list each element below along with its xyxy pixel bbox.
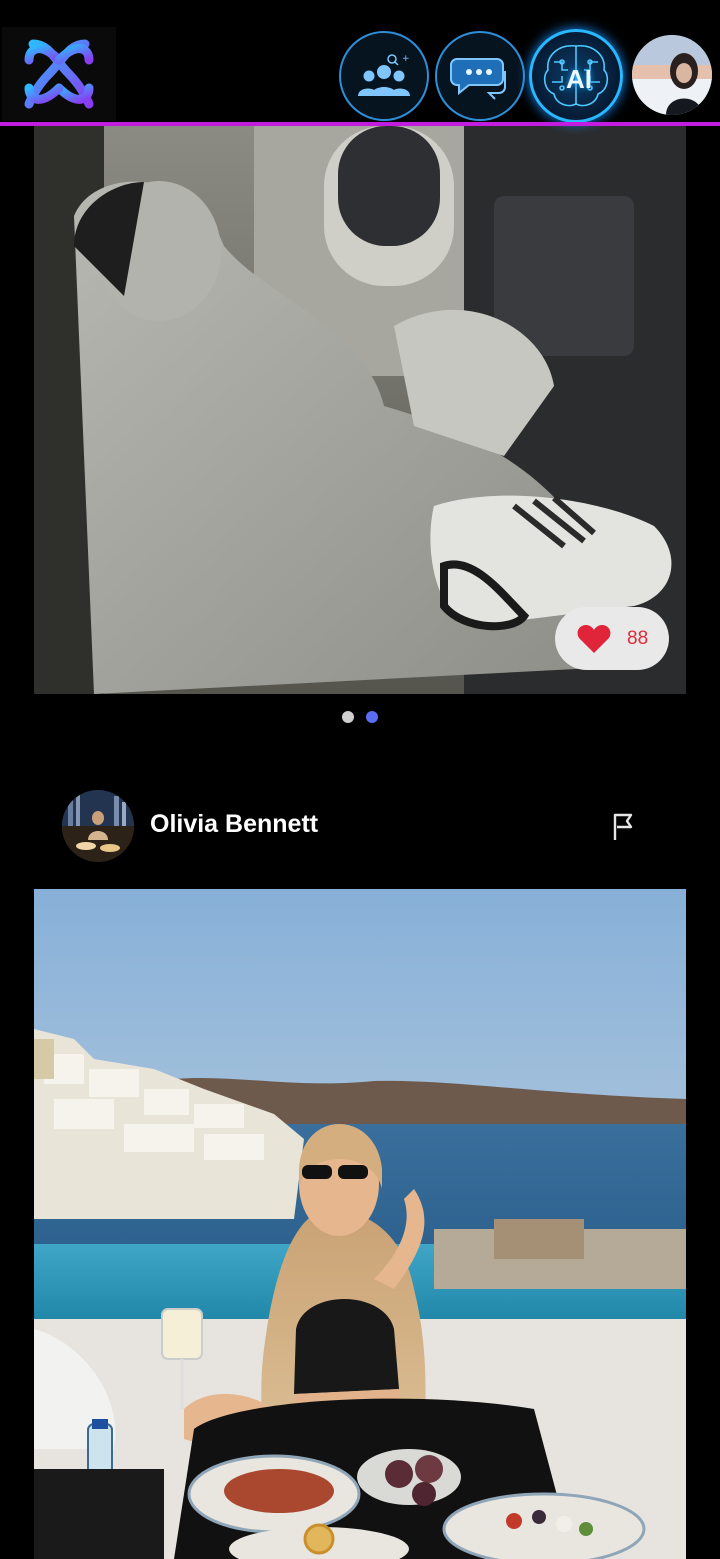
chat-button[interactable] — [435, 31, 525, 121]
carousel-dot[interactable] — [342, 711, 354, 723]
heart-icon — [577, 624, 611, 653]
ai-label: AI — [566, 63, 592, 94]
santorini-dinner-photo — [34, 889, 686, 1559]
author-name[interactable]: Olivia Bennett — [150, 810, 318, 839]
chat-bubbles-icon — [450, 58, 506, 100]
svg-text:+: + — [402, 54, 410, 64]
author-photo — [62, 790, 134, 862]
author-avatar[interactable] — [62, 790, 134, 862]
report-button[interactable] — [608, 810, 638, 844]
post-header: Olivia Bennett — [0, 790, 720, 864]
like-button[interactable]: 88 — [555, 607, 669, 670]
app-logo-icon — [24, 39, 94, 109]
post-photo[interactable] — [34, 889, 686, 1559]
header-divider — [0, 122, 720, 126]
profile-photo — [632, 35, 712, 115]
flag-icon — [613, 813, 633, 840]
like-count: 88 — [627, 627, 649, 649]
ai-assistant-button[interactable]: AI — [529, 29, 623, 123]
app-logo[interactable] — [2, 27, 116, 121]
profile-avatar[interactable] — [632, 35, 712, 115]
carousel-indicator — [342, 711, 378, 723]
people-search-icon: + — [358, 54, 410, 96]
groups-button[interactable]: + — [339, 31, 429, 121]
top-header: + AI — [0, 0, 720, 126]
carousel-dot-active[interactable] — [366, 711, 378, 723]
